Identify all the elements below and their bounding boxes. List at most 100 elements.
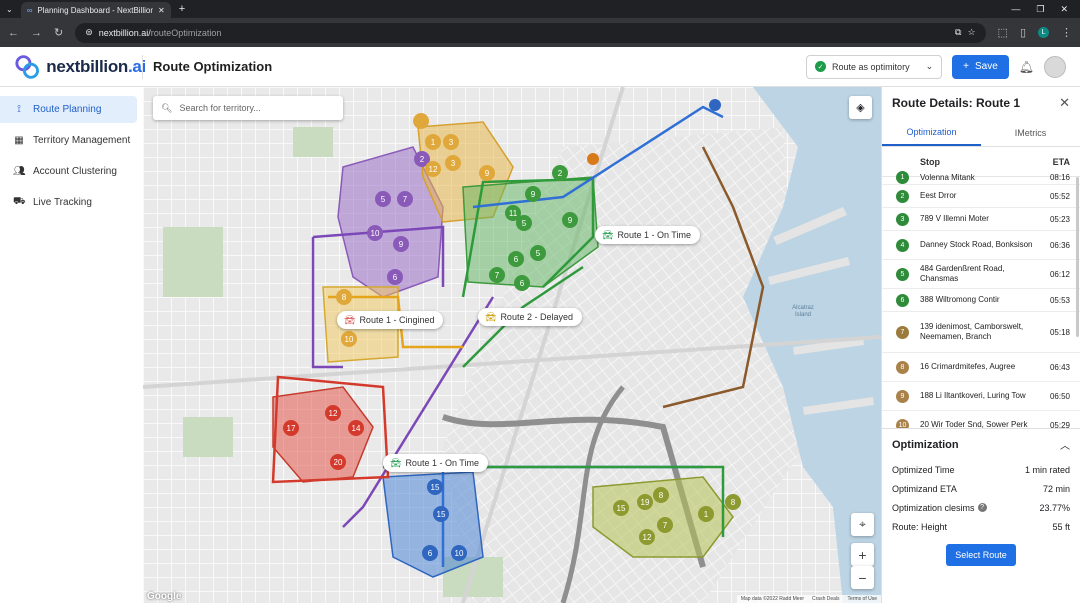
metric-row: Optimizand ETA 72 min: [882, 479, 1080, 498]
stop-address: 139 idenimost, Camborswelt, Neemamen, Br…: [920, 322, 1024, 341]
stop-address: 484 Gardenßrent Road, Chansmas: [920, 264, 1005, 283]
stop-row[interactable]: 2 Eest Drror 05:52: [882, 185, 1080, 208]
panel-title: Route Details: Route 1: [892, 96, 1021, 110]
forward-icon[interactable]: →: [31, 27, 42, 39]
optimization-section-header[interactable]: Optimization ︿: [882, 428, 1080, 460]
bookmark-star-icon[interactable]: ☆: [967, 27, 975, 38]
svg-text:9: 9: [531, 190, 536, 199]
restore-icon[interactable]: ❐: [1036, 4, 1044, 15]
route-label-cingined[interactable]: 🚘︎ Route 1 - Cingined: [337, 311, 444, 329]
profile-avatar[interactable]: L: [1038, 27, 1049, 38]
attribution-link[interactable]: Terms of Use: [848, 596, 877, 602]
layers-button[interactable]: ◈: [849, 96, 872, 119]
svg-text:2: 2: [420, 155, 425, 164]
route-label-text: Route 1 - On Time: [405, 458, 479, 468]
plus-icon: +: [963, 61, 969, 72]
route-details-panel: Route Details: Route 1 ✕ Optimization IM…: [881, 87, 1080, 603]
url-field[interactable]: ⊜ nextbillion.ai/routeOptimization ⧉ ☆: [75, 22, 986, 43]
stop-address: 188 Li Iltantkoveri, Luring Tow: [920, 391, 1026, 400]
tab-menu-icon[interactable]: ⌄: [6, 5, 13, 14]
svg-text:19: 19: [641, 498, 650, 507]
install-icon[interactable]: ⧉: [955, 27, 961, 38]
extensions-icon[interactable]: ⬚: [998, 26, 1008, 39]
select-route-button[interactable]: Select Route: [946, 544, 1016, 566]
check-circle-icon: ✓: [815, 61, 827, 72]
stop-row[interactable]: 10 20 Wir Toder Snd, Sower Perk 05:29: [882, 411, 1080, 428]
stop-address: 20 Wir Toder Snd, Sower Perk: [920, 420, 1028, 428]
route-status-select[interactable]: ✓ Route as optimitory ⌄: [806, 54, 943, 79]
help-icon[interactable]: ?: [977, 503, 987, 512]
map-canvas[interactable]: 1 1 3 2 12 3 9 5 7 10 9 6 2 9 11 5 9 5 6…: [143, 87, 881, 603]
svg-text:5: 5: [536, 249, 541, 258]
stop-row[interactable]: 8 16 Crimardmitefes, Augree 06:43: [882, 353, 1080, 382]
sidepanel-icon[interactable]: ▯: [1020, 26, 1026, 39]
save-label: Save: [974, 61, 998, 72]
car-icon: 🚘︎: [485, 311, 497, 322]
metric-row: Optimized Time 1 min rated: [882, 460, 1080, 479]
sidebar-item-live-tracking[interactable]: ⛟ Live Tracking: [0, 189, 137, 216]
svg-text:11: 11: [509, 209, 518, 218]
sidebar-item-account-clustering[interactable]: 👥︎ Account Clustering: [0, 158, 137, 185]
user-avatar[interactable]: [1044, 55, 1066, 78]
zoom-in-button[interactable]: +: [851, 543, 874, 566]
attribution-text: Map data ©2022 Radd Meer: [740, 596, 805, 602]
zoom-out-button[interactable]: −: [851, 566, 874, 589]
stop-address: 16 Crimardmitefes, Augree: [920, 362, 1016, 371]
site-info-icon[interactable]: ⊜: [85, 27, 93, 38]
minimize-icon[interactable]: —: [1011, 4, 1020, 15]
route-label-on-time[interactable]: 🚘︎ Route 1 - On Time: [383, 454, 488, 472]
logo-icon: [15, 54, 39, 79]
stop-row[interactable]: 4 Danney Stock Road, Bonksison 06:36: [882, 231, 1080, 260]
car-icon: 🚘︎: [602, 229, 614, 240]
stop-row[interactable]: 7 139 idenimost, Camborswelt, Neemamen, B…: [882, 312, 1080, 353]
svg-text:15: 15: [431, 483, 440, 492]
sidebar-item-territory-management[interactable]: ▦ Territory Management: [0, 127, 137, 154]
attribution-link[interactable]: Crash Deals: [812, 596, 840, 602]
new-tab-button[interactable]: +: [179, 3, 185, 15]
territory-search-input[interactable]: 🔍︎ Search for territory...: [153, 96, 343, 120]
my-location-button[interactable]: ⌖: [851, 513, 874, 536]
favicon-icon: ∞: [26, 5, 33, 15]
window-controls: — ❐ ✕: [1011, 4, 1080, 15]
reload-icon[interactable]: ↻: [54, 26, 63, 39]
svg-text:17: 17: [287, 424, 296, 433]
svg-text:12: 12: [329, 409, 338, 418]
tab-metrics[interactable]: IMetrics: [981, 119, 1080, 146]
stop-eta: 05:23: [1049, 214, 1070, 224]
route-icon: ⟟: [17, 104, 21, 115]
stop-row[interactable]: 9 188 Li Iltantkoveri, Luring Tow 06:50: [882, 382, 1080, 411]
stop-list: 1 Volenna Mitank 08:16 2 Eest Drror 05:52 3 789…: [882, 171, 1080, 428]
stop-number-badge: 7: [896, 325, 909, 339]
route-label-delayed[interactable]: 🚘︎ Route 2 - Delayed: [478, 308, 582, 326]
svg-text:12: 12: [429, 165, 438, 174]
stop-number-badge: 1: [896, 171, 909, 184]
logo-text: nextbillion: [46, 56, 128, 76]
stop-eta: 08:16: [1049, 173, 1070, 182]
stop-row[interactable]: 3 789 V Illemni Moter 05:23: [882, 208, 1080, 231]
svg-text:1: 1: [431, 138, 436, 147]
stop-row[interactable]: 5 484 Gardenßrent Road, Chansmas 06:12: [882, 260, 1080, 289]
close-icon[interactable]: ✕: [1059, 95, 1070, 111]
stop-row[interactable]: 1 Volenna Mitank 08:16: [882, 171, 1080, 185]
metric-label: Optimized Time: [892, 464, 955, 475]
tab-optimization[interactable]: Optimization: [882, 119, 981, 146]
close-window-icon[interactable]: ✕: [1060, 4, 1068, 15]
browser-menu-icon[interactable]: ⋮: [1061, 26, 1072, 39]
svg-text:6: 6: [514, 255, 519, 264]
close-tab-icon[interactable]: ✕: [158, 6, 165, 15]
back-icon[interactable]: ←: [8, 27, 19, 39]
map-marker: [709, 99, 721, 111]
stop-address: Danney Stock Road, Bonksison: [920, 240, 1033, 249]
route-label-on-time[interactable]: 🚘︎ Route 1 - On Time: [595, 226, 700, 244]
scrollbar-thumb[interactable]: [1076, 177, 1079, 337]
stop-row[interactable]: 6 388 Wiltromong Contir 05:53: [882, 289, 1080, 312]
bell-icon[interactable]: 🔔︎: [1019, 60, 1034, 74]
sidebar-item-route-planning[interactable]: ⟟ Route Planning: [0, 96, 137, 123]
logo[interactable]: nextbillion.ai: [14, 53, 146, 81]
metric-value: 55 ft: [1052, 521, 1070, 532]
svg-text:9: 9: [399, 240, 404, 249]
people-icon: 👥︎: [13, 166, 26, 177]
save-button[interactable]: + Save: [952, 54, 1009, 79]
browser-tab[interactable]: ∞ Planning Dashboard - NextBillion ✕: [20, 2, 171, 18]
stop-eta: 06:36: [1049, 240, 1070, 250]
